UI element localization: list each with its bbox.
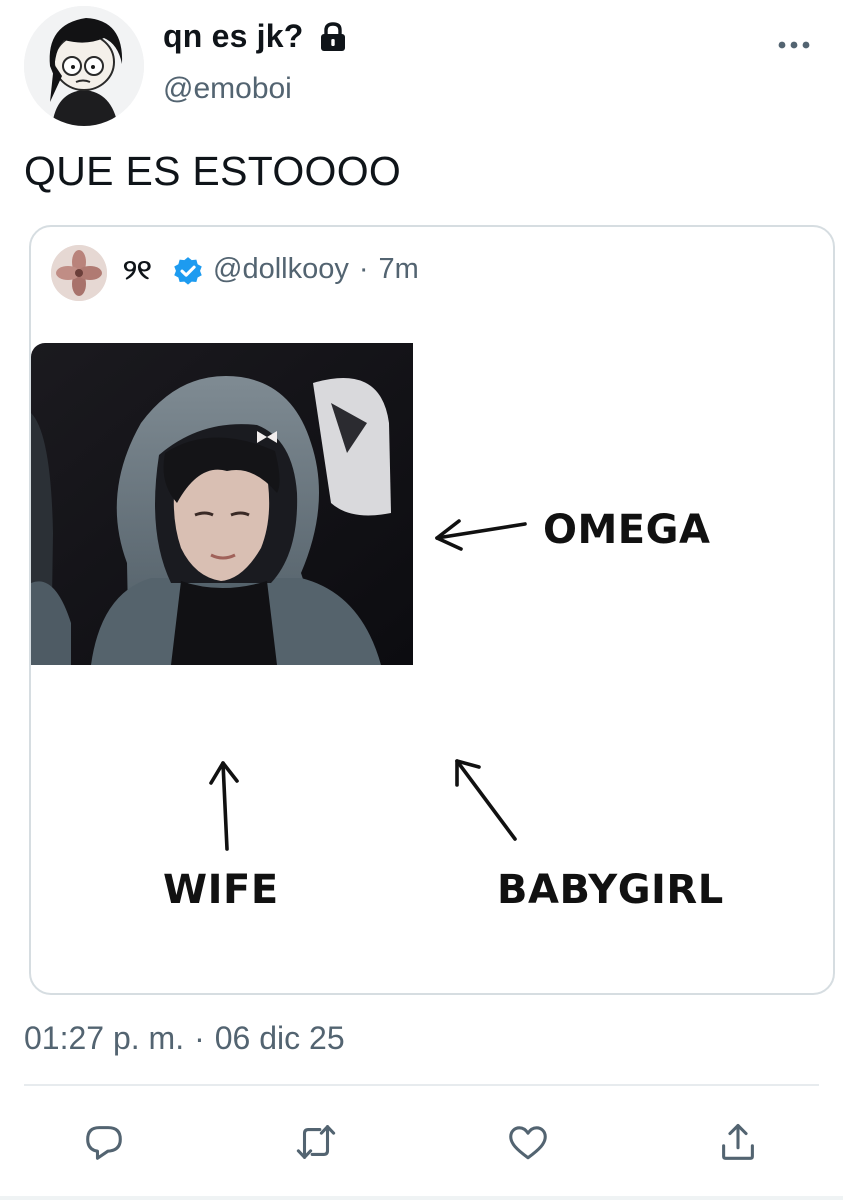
cartoon-avatar-image — [24, 6, 144, 126]
timestamp-time: 01:27 p. m. — [24, 1020, 185, 1056]
verified-badge-icon — [171, 255, 205, 294]
quoted-display-name[interactable]: ୨୧ — [123, 253, 152, 287]
quoted-meta: @dollkooy · 7m — [213, 253, 419, 286]
share-icon — [722, 1123, 754, 1160]
quoted-handle[interactable]: @dollkooy — [213, 253, 349, 285]
reply-icon — [86, 1126, 122, 1160]
label-wife: WIFE — [163, 867, 279, 913]
heart-icon — [509, 1126, 547, 1160]
retweet-icon — [296, 1125, 336, 1159]
author-avatar[interactable] — [24, 6, 144, 126]
divider — [24, 1084, 819, 1086]
flower-avatar-image — [51, 245, 107, 301]
more-options-button[interactable] — [772, 28, 816, 62]
more-dots-icon — [778, 41, 810, 49]
arrow-up-babygirl-icon — [455, 759, 517, 841]
author-display-name[interactable]: qn es jk? — [163, 18, 348, 55]
quoted-tweet-card[interactable]: ୨୧ @dollkooy · 7m OMEGA WIFE BABYGIRL — [29, 225, 835, 995]
lock-icon — [318, 21, 348, 53]
arrow-to-omega-icon — [435, 519, 527, 551]
share-button[interactable] — [712, 1116, 764, 1168]
tweet-timestamp[interactable]: 01:27 p. m. · 06 dic 25 — [24, 1020, 345, 1057]
bottom-border — [0, 1196, 843, 1200]
label-babygirl: BABYGIRL — [497, 867, 724, 913]
quoted-author-avatar[interactable] — [51, 245, 107, 301]
meta-separator: · — [358, 253, 369, 285]
arrow-up-wife-icon — [209, 761, 239, 851]
quoted-photo[interactable] — [31, 343, 413, 665]
label-omega: OMEGA — [543, 507, 711, 553]
timestamp-separator: · — [194, 1020, 205, 1056]
author-display-name-text: qn es jk? — [163, 18, 304, 54]
retweet-button[interactable] — [290, 1116, 342, 1168]
timestamp-date: 06 dic 25 — [214, 1020, 345, 1056]
quoted-time-ago[interactable]: 7m — [379, 253, 419, 285]
reply-button[interactable] — [78, 1116, 130, 1168]
hooded-person-photo — [31, 343, 413, 665]
like-button[interactable] — [502, 1116, 554, 1168]
author-handle[interactable]: @emoboi — [163, 72, 292, 106]
tweet-text: QUE ES ESTOOOO — [24, 148, 402, 194]
